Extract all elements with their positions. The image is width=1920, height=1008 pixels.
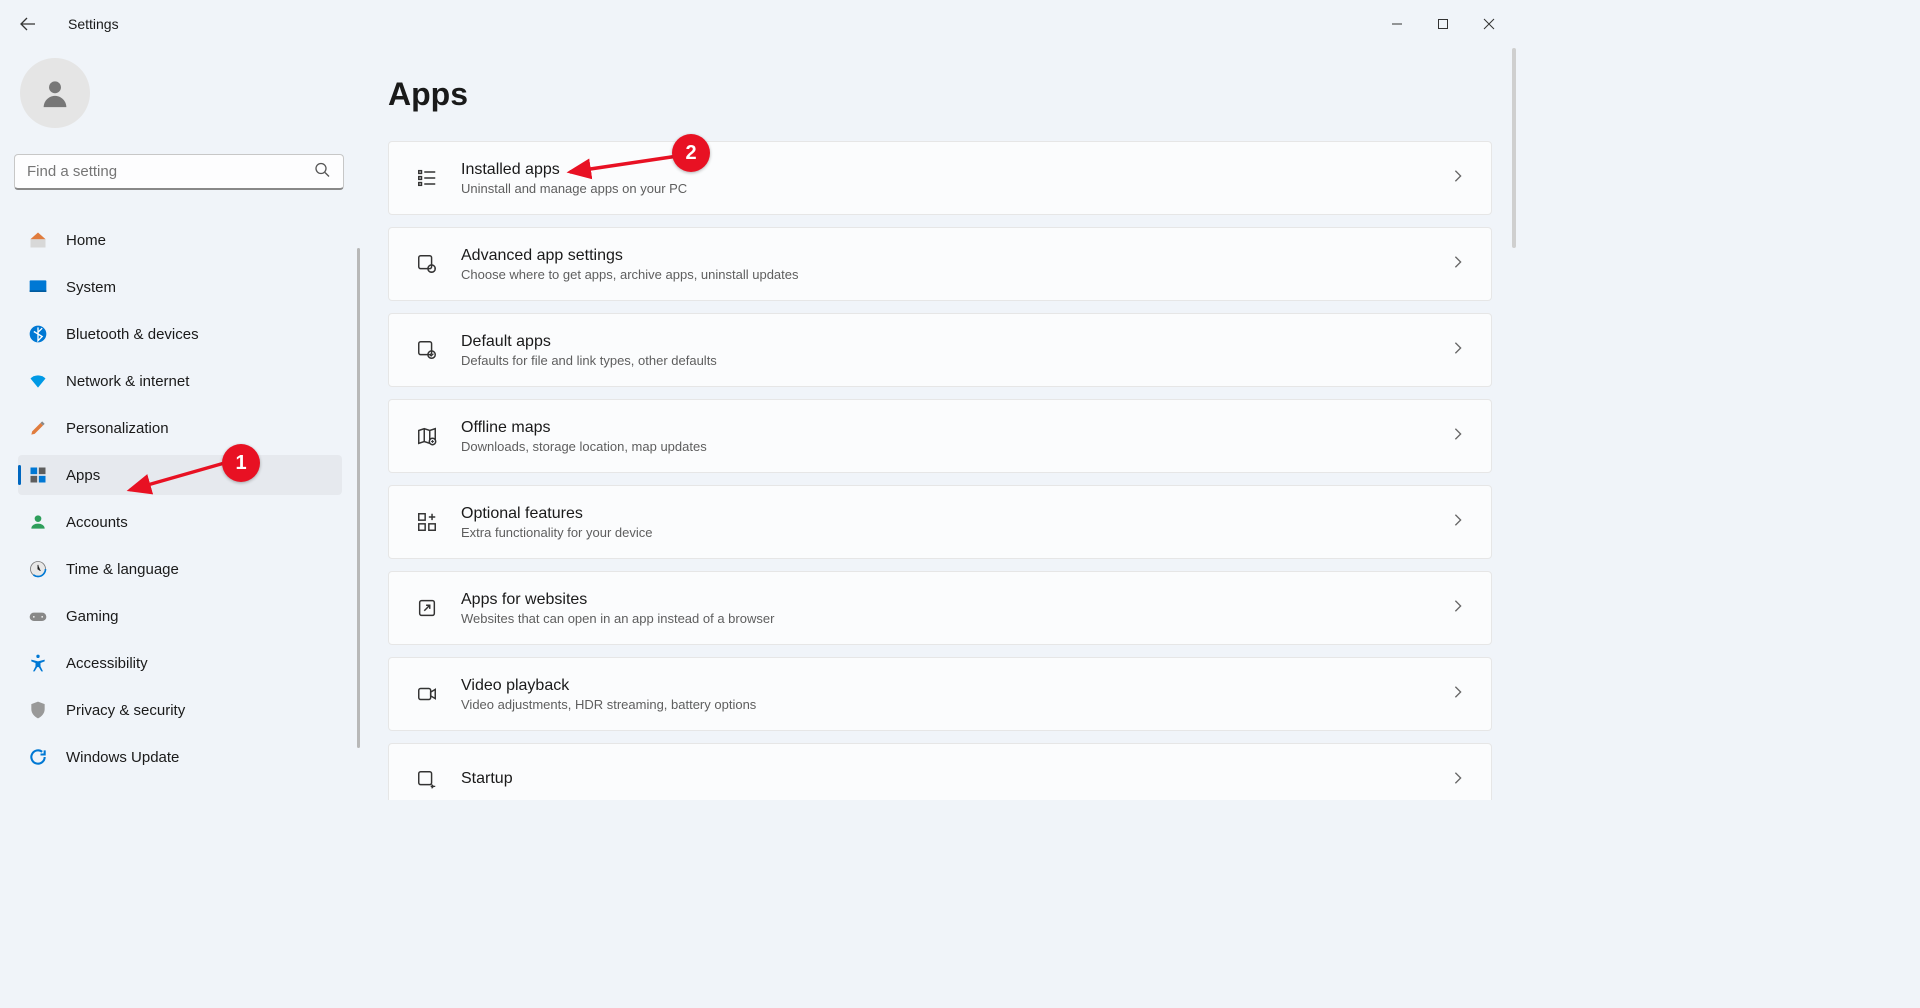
card-title: Installed apps (461, 161, 1451, 179)
app-gear-icon (415, 252, 439, 276)
chevron-right-icon (1451, 771, 1465, 790)
chevron-right-icon (1451, 513, 1465, 532)
sidebar-item-update[interactable]: Windows Update (18, 737, 342, 777)
sidebar-item-label: Windows Update (66, 749, 179, 766)
close-button[interactable] (1466, 8, 1512, 40)
sidebar: Home System Bluetooth & devices Network … (0, 48, 360, 800)
sidebar-item-label: Bluetooth & devices (66, 326, 199, 343)
home-icon (28, 230, 48, 250)
card-advanced-settings[interactable]: Advanced app settings Choose where to ge… (388, 227, 1492, 301)
sidebar-item-accounts[interactable]: Accounts (18, 502, 342, 542)
minimize-button[interactable] (1374, 8, 1420, 40)
sidebar-item-privacy[interactable]: Privacy & security (18, 690, 342, 730)
minimize-icon (1391, 18, 1403, 30)
card-subtitle: Video adjustments, HDR streaming, batter… (461, 697, 1451, 712)
back-button[interactable] (8, 4, 48, 44)
shield-icon (28, 700, 48, 720)
sidebar-item-label: Network & internet (66, 373, 189, 390)
sidebar-item-label: Privacy & security (66, 702, 185, 719)
sidebar-item-apps[interactable]: Apps (18, 455, 342, 495)
avatar[interactable] (20, 58, 90, 128)
card-title: Default apps (461, 333, 1451, 351)
card-startup[interactable]: Startup (388, 743, 1492, 800)
sidebar-item-label: Time & language (66, 561, 179, 578)
maximize-icon (1437, 18, 1449, 30)
window-controls (1374, 8, 1512, 40)
titlebar: Settings (0, 0, 1520, 48)
open-link-icon (415, 596, 439, 620)
sidebar-item-label: Accessibility (66, 655, 148, 672)
page-title: Apps (388, 76, 1492, 113)
bluetooth-icon (28, 324, 48, 344)
clock-icon (28, 559, 48, 579)
card-title: Offline maps (461, 419, 1451, 437)
close-icon (1483, 18, 1495, 30)
search-input[interactable] (14, 154, 344, 190)
card-subtitle: Defaults for file and link types, other … (461, 353, 1451, 368)
system-icon (28, 277, 48, 297)
main-scrollbar[interactable] (1512, 48, 1516, 248)
sidebar-item-label: Accounts (66, 514, 128, 531)
sidebar-item-network[interactable]: Network & internet (18, 361, 342, 401)
paintbrush-icon (28, 418, 48, 438)
card-apps-websites[interactable]: Apps for websites Websites that can open… (388, 571, 1492, 645)
sidebar-item-home[interactable]: Home (18, 220, 342, 260)
window-title: Settings (68, 16, 119, 32)
person-icon (38, 76, 72, 110)
search-wrap (14, 154, 346, 190)
card-title: Advanced app settings (461, 247, 1451, 265)
chevron-right-icon (1451, 341, 1465, 360)
sidebar-item-accessibility[interactable]: Accessibility (18, 643, 342, 683)
grid-plus-icon (415, 510, 439, 534)
main-content: Apps Installed apps Uninstall and manage… (360, 48, 1520, 800)
chevron-right-icon (1451, 255, 1465, 274)
sidebar-item-gaming[interactable]: Gaming (18, 596, 342, 636)
sidebar-item-label: Apps (66, 467, 100, 484)
nav-list: Home System Bluetooth & devices Network … (14, 220, 346, 777)
sidebar-item-label: Personalization (66, 420, 169, 437)
card-optional-features[interactable]: Optional features Extra functionality fo… (388, 485, 1492, 559)
card-title: Optional features (461, 505, 1451, 523)
annotation-badge-1: 1 (222, 444, 260, 482)
maximize-button[interactable] (1420, 8, 1466, 40)
chevron-right-icon (1451, 169, 1465, 188)
card-subtitle: Extra functionality for your device (461, 525, 1451, 540)
sidebar-item-time[interactable]: Time & language (18, 549, 342, 589)
card-subtitle: Uninstall and manage apps on your PC (461, 181, 1451, 196)
gamepad-icon (28, 606, 48, 626)
annotation-badge-2: 2 (672, 134, 710, 172)
accounts-icon (28, 512, 48, 532)
card-subtitle: Websites that can open in an app instead… (461, 611, 1451, 626)
chevron-right-icon (1451, 685, 1465, 704)
list-icon (415, 166, 439, 190)
card-default-apps[interactable]: Default apps Defaults for file and link … (388, 313, 1492, 387)
map-icon (415, 424, 439, 448)
arrow-left-icon (20, 16, 36, 32)
accessibility-icon (28, 653, 48, 673)
sidebar-item-personalization[interactable]: Personalization (18, 408, 342, 448)
sidebar-item-system[interactable]: System (18, 267, 342, 307)
card-subtitle: Choose where to get apps, archive apps, … (461, 267, 1451, 282)
startup-icon (415, 768, 439, 792)
card-title: Apps for websites (461, 591, 1451, 609)
sidebar-item-bluetooth[interactable]: Bluetooth & devices (18, 314, 342, 354)
card-subtitle: Downloads, storage location, map updates (461, 439, 1451, 454)
chevron-right-icon (1451, 427, 1465, 446)
card-video-playback[interactable]: Video playback Video adjustments, HDR st… (388, 657, 1492, 731)
sidebar-item-label: System (66, 279, 116, 296)
card-installed-apps[interactable]: Installed apps Uninstall and manage apps… (388, 141, 1492, 215)
video-icon (415, 682, 439, 706)
chevron-right-icon (1451, 599, 1465, 618)
card-title: Video playback (461, 677, 1451, 695)
card-title: Startup (461, 770, 1451, 788)
sidebar-item-label: Home (66, 232, 106, 249)
card-offline-maps[interactable]: Offline maps Downloads, storage location… (388, 399, 1492, 473)
apps-icon (28, 465, 48, 485)
update-icon (28, 747, 48, 767)
default-icon (415, 338, 439, 362)
sidebar-item-label: Gaming (66, 608, 119, 625)
wifi-icon (28, 371, 48, 391)
